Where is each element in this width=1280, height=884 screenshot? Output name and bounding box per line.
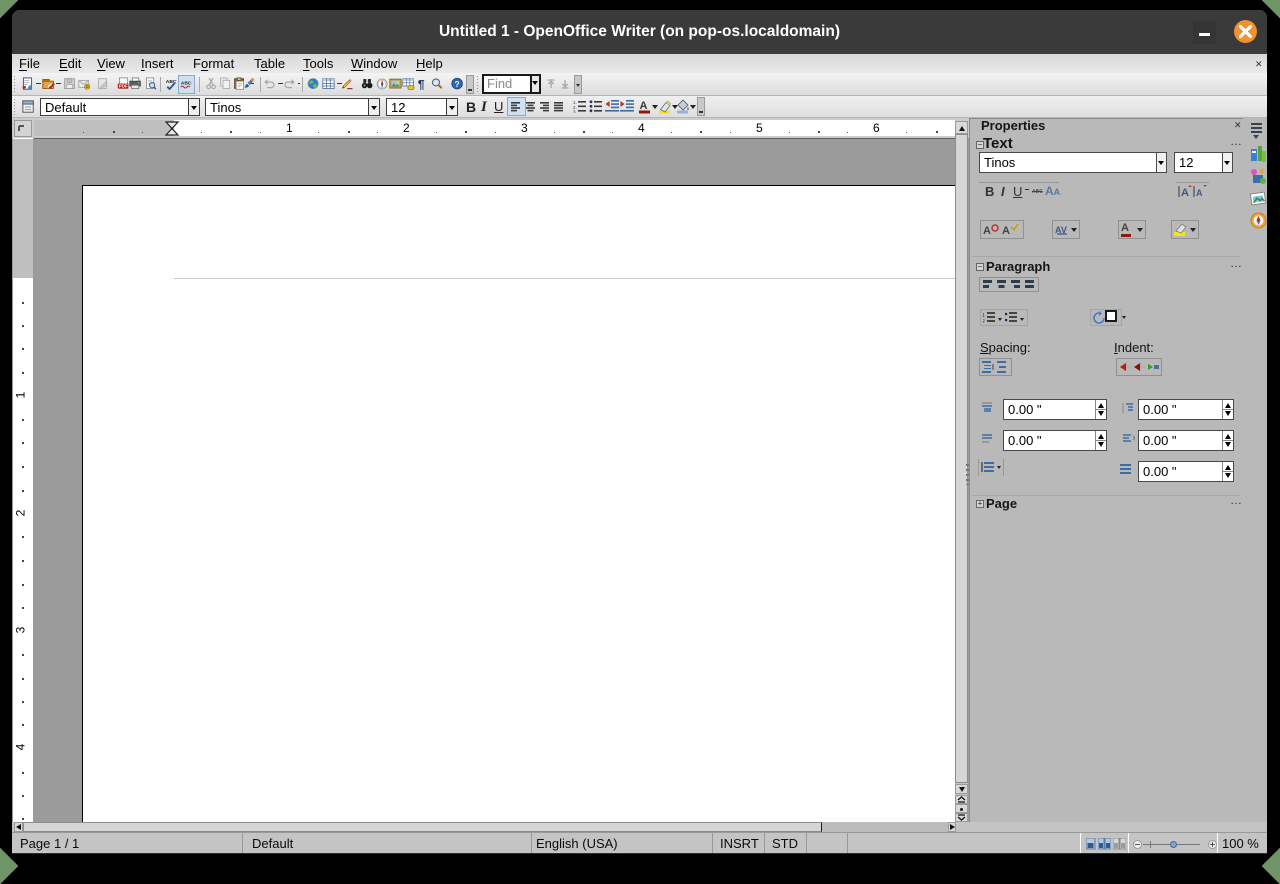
- svg-text:ABC: ABC: [181, 80, 192, 86]
- svg-text:A: A: [1181, 187, 1189, 199]
- svg-text:A: A: [1002, 225, 1010, 236]
- svg-text:¶: ¶: [418, 78, 425, 91]
- svg-text:A: A: [983, 225, 991, 236]
- svg-text:A: A: [1196, 188, 1203, 198]
- svg-text:PDF: PDF: [119, 84, 128, 89]
- svg-text:?: ?: [455, 79, 460, 89]
- svg-text:A: A: [640, 100, 648, 112]
- svg-text:2: 2: [983, 319, 985, 323]
- svg-text:ABC: ABC: [166, 79, 177, 85]
- svg-text:3.: 3.: [573, 110, 577, 114]
